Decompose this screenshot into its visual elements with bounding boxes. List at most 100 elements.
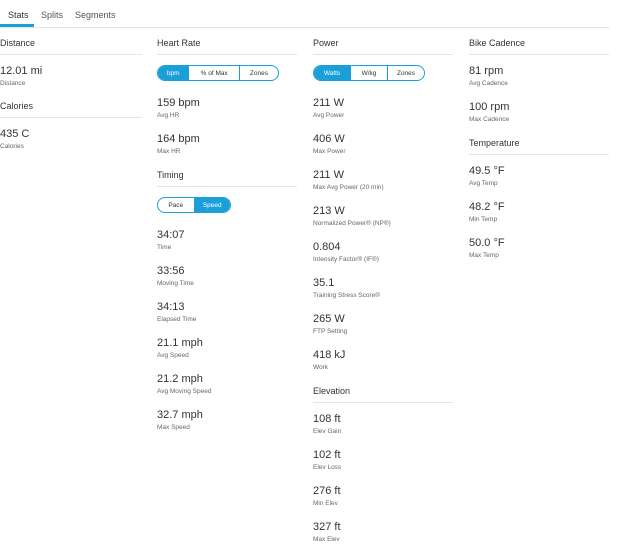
stat-value: 100 rpm: [469, 101, 510, 113]
stat-value: 211 W: [313, 169, 344, 181]
section-title-elevation: Elevation: [313, 386, 453, 403]
power-unit-toggle: Watts W/kg Zones: [313, 65, 425, 81]
column-4: Bike Cadence 81 rpm Avg Cadence 100 rpm …: [469, 38, 609, 273]
bike-cadence-section: Bike Cadence 81 rpm Avg Cadence 100 rpm …: [469, 38, 609, 124]
stat-max-power: 406 W Max Power: [313, 133, 453, 156]
stat-work: 418 kJ Work: [313, 349, 453, 372]
stat-max-cadence: 100 rpm Max Cadence: [469, 101, 609, 124]
toggle-bpm[interactable]: bpm: [158, 66, 189, 80]
tab-splits[interactable]: Splits: [41, 10, 63, 20]
stat-elev-gain: 108 ft Elev Gain: [313, 413, 453, 436]
section-title-temperature: Temperature: [469, 138, 609, 155]
stat-value: 32.7 mph: [157, 409, 203, 421]
section-title-timing: Timing: [157, 170, 297, 187]
column-1: Distance 12.01 mi Distance Calories 435 …: [0, 38, 142, 164]
section-title-heart-rate: Heart Rate: [157, 38, 297, 55]
toggle-zones[interactable]: Zones: [387, 66, 424, 80]
stat-avg-temp: 49.5 °F Avg Temp: [469, 165, 609, 188]
active-tab-indicator: [0, 24, 34, 27]
toggle-watts[interactable]: Watts: [314, 66, 350, 80]
stat-label: Max Speed: [157, 424, 190, 431]
stat-label: Avg HR: [157, 112, 180, 119]
stat-value: 435 C: [0, 128, 30, 140]
stat-label: Training Stress Score®: [313, 292, 381, 299]
stat-label: Max Elev: [313, 536, 340, 543]
stat-distance: 12.01 mi Distance: [0, 65, 142, 88]
stat-value: 418 kJ: [313, 349, 346, 361]
stat-value: 327 ft: [313, 521, 341, 533]
stat-time: 34:07 Time: [157, 229, 297, 252]
stat-value: 34:13: [157, 301, 185, 313]
timing-unit-toggle: Pace Speed: [157, 197, 231, 213]
stat-min-temp: 48.2 °F Min Temp: [469, 201, 609, 224]
stat-label: Time: [157, 244, 172, 251]
stat-value: 21.2 mph: [157, 373, 203, 385]
toggle-w-per-kg[interactable]: W/kg: [350, 66, 387, 80]
stat-label: Max Cadence: [469, 116, 510, 123]
stat-value: 48.2 °F: [469, 201, 505, 213]
distance-section: Distance 12.01 mi Distance: [0, 38, 142, 88]
stat-avg-moving-speed: 21.2 mph Avg Moving Speed: [157, 373, 297, 396]
section-title-power: Power: [313, 38, 453, 55]
stat-label: Avg Speed: [157, 352, 189, 359]
stat-value: 35.1: [313, 277, 335, 289]
temperature-section: Temperature 49.5 °F Avg Temp 48.2 °F Min…: [469, 138, 609, 260]
stat-value: 34:07: [157, 229, 185, 241]
stat-label: Distance: [0, 80, 26, 87]
heart-rate-unit-toggle: bpm % of Max Zones: [157, 65, 279, 81]
stat-value: 33:56: [157, 265, 185, 277]
power-section: Power Watts W/kg Zones 211 W Avg Power 4…: [313, 38, 453, 372]
stat-label: Elev Loss: [313, 464, 342, 471]
stat-value: 102 ft: [313, 449, 341, 461]
stat-avg-speed: 21.1 mph Avg Speed: [157, 337, 297, 360]
toggle-speed[interactable]: Speed: [193, 198, 230, 212]
column-2: Heart Rate bpm % of Max Zones 159 bpm Av…: [157, 38, 297, 445]
stat-ftp-setting: 265 W FTP Setting: [313, 313, 453, 336]
stat-value: 265 W: [313, 313, 345, 325]
stat-value: 213 W: [313, 205, 345, 217]
toggle-zones[interactable]: Zones: [238, 66, 278, 80]
stat-value: 211 W: [313, 97, 344, 109]
stat-value: 50.0 °F: [469, 237, 505, 249]
stat-value: 0.804: [313, 241, 341, 253]
tab-bar: Stats Splits Segments: [0, 0, 610, 28]
stat-avg-cadence: 81 rpm Avg Cadence: [469, 65, 609, 88]
stat-moving-time: 33:56 Moving Time: [157, 265, 297, 288]
stat-value: 406 W: [313, 133, 345, 145]
stat-label: Work: [313, 364, 329, 371]
toggle-percent-max[interactable]: % of Max: [188, 66, 238, 80]
stat-label: Elev Gain: [313, 428, 342, 435]
stat-intensity-factor: 0.804 Intensity Factor® (IF®): [313, 241, 453, 264]
stat-label: Intensity Factor® (IF®): [313, 256, 379, 263]
stat-value: 12.01 mi: [0, 65, 43, 77]
calories-section: Calories 435 C Calories: [0, 101, 142, 151]
stat-value: 159 bpm: [157, 97, 200, 109]
stat-max-speed: 32.7 mph Max Speed: [157, 409, 297, 432]
column-3: Power Watts W/kg Zones 211 W Avg Power 4…: [313, 38, 453, 557]
stat-value: 49.5 °F: [469, 165, 505, 177]
stat-max-hr: 164 bpm Max HR: [157, 133, 297, 156]
elevation-section: Elevation 108 ft Elev Gain 102 ft Elev L…: [313, 386, 453, 544]
stat-min-elev: 276 ft Min Elev: [313, 485, 453, 508]
tab-segments[interactable]: Segments: [75, 10, 116, 20]
stat-elev-loss: 102 ft Elev Loss: [313, 449, 453, 472]
stat-label: Max Temp: [469, 252, 499, 259]
stat-label: Max Power: [313, 148, 346, 155]
stat-label: Calories: [0, 143, 24, 150]
stat-value: 276 ft: [313, 485, 341, 497]
stat-label: Elapsed Time: [157, 316, 197, 323]
section-title-distance: Distance: [0, 38, 142, 55]
stat-max-temp: 50.0 °F Max Temp: [469, 237, 609, 260]
stat-label: Max HR: [157, 148, 181, 155]
stat-training-stress-score: 35.1 Training Stress Score®: [313, 277, 453, 300]
tab-stats[interactable]: Stats: [8, 10, 29, 20]
stat-avg-power: 211 W Avg Power: [313, 97, 453, 120]
stat-value: 164 bpm: [157, 133, 200, 145]
toggle-pace[interactable]: Pace: [158, 198, 194, 212]
stat-value: 81 rpm: [469, 65, 504, 77]
section-title-calories: Calories: [0, 101, 142, 118]
stat-label: Avg Moving Speed: [157, 388, 212, 395]
stat-label: Min Elev: [313, 500, 338, 507]
stat-max-elev: 327 ft Max Elev: [313, 521, 453, 544]
stat-label: Avg Power: [313, 112, 345, 119]
